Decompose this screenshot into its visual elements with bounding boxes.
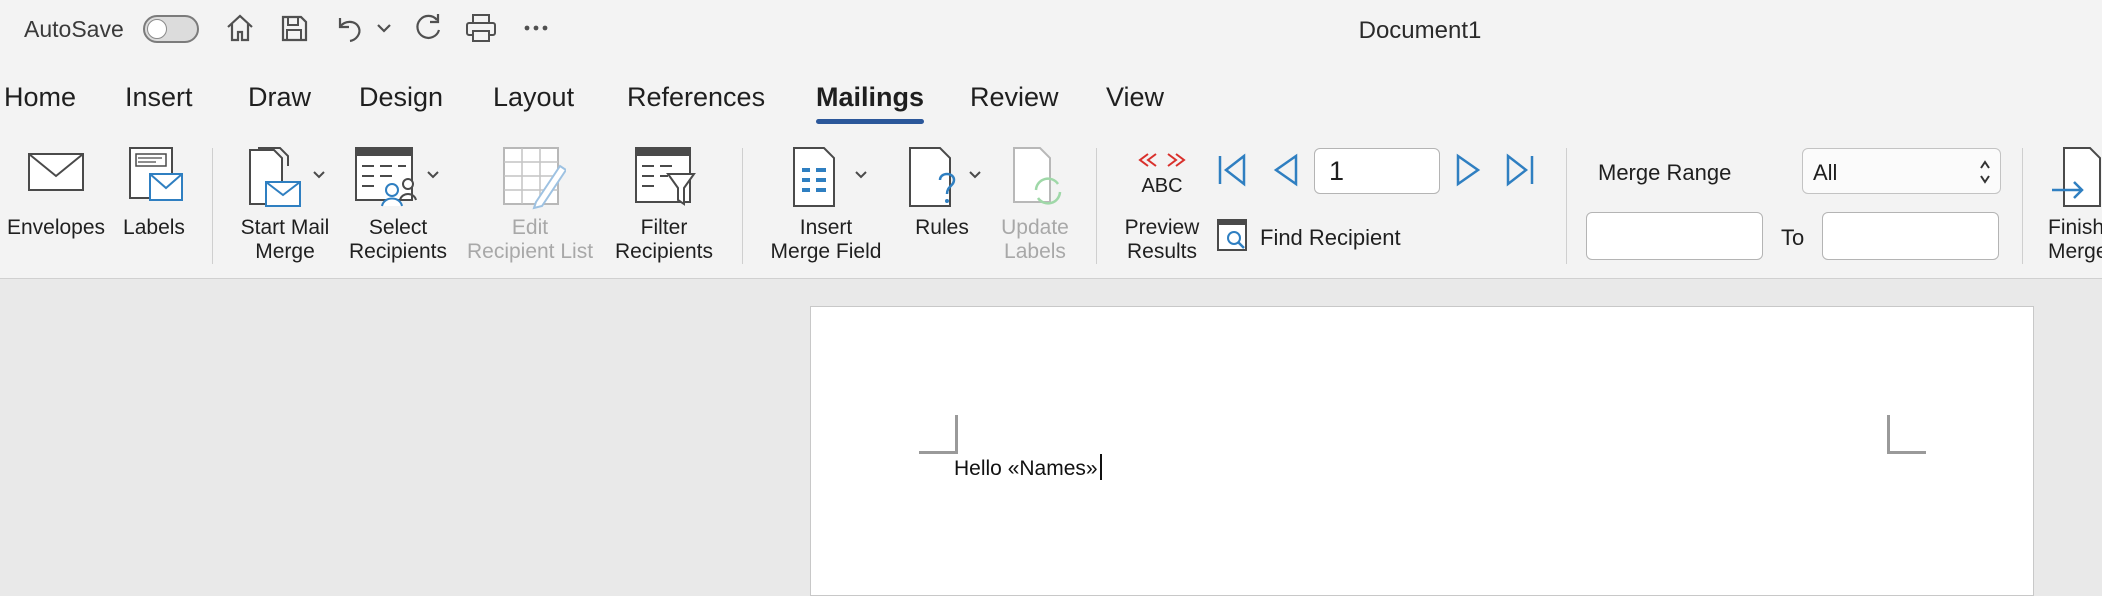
update-labels-button[interactable]: Update Labels [990,146,1080,266]
edit-recipient-list-label: Edit Recipient List [466,216,594,263]
toggle-knob [147,19,167,39]
labels-icon [129,147,183,201]
autosave-label: AutoSave [24,16,124,42]
ribbon-separator [1566,148,1567,264]
merge-range-label: Merge Range [1598,160,1732,185]
envelopes-button[interactable]: Envelopes [0,146,112,266]
title-bar: AutoSave Document1 [0,0,2102,58]
ribbon-mailings: Envelopes Labels Start Mail Merge Select R… [0,128,2102,280]
preview-results-button[interactable]: ABC Preview Results [1112,146,1212,266]
tab-mailings[interactable]: Mailings [816,82,924,113]
last-record-icon[interactable] [1500,150,1540,190]
autosave-toggle[interactable] [143,15,199,43]
active-tab-indicator [816,119,924,124]
filter-recipients-label: Filter Recipients [614,216,714,263]
chevron-down-icon[interactable] [372,10,396,46]
preview-abc-text: ABC [1141,175,1183,197]
home-icon[interactable] [222,10,258,46]
finish-merge-button[interactable]: Finish &Merge [2040,146,2102,266]
preview-results-label: Preview Results [1124,216,1200,263]
ribbon-separator [742,148,743,264]
edit-list-icon [503,147,566,210]
tab-design[interactable]: Design [359,82,443,113]
print-icon[interactable] [463,10,499,46]
insert-merge-field-label: Insert Merge Field [770,216,882,263]
margin-crop-mark-right [1887,415,1926,454]
merge-range-value: All [1813,160,1838,185]
save-icon[interactable] [276,10,312,46]
ribbon-tabs: Home Insert Draw Design Layout Reference… [0,58,2102,128]
tab-insert[interactable]: Insert [125,82,193,113]
tab-view[interactable]: View [1106,82,1164,113]
labels-button[interactable]: Labels [116,146,192,266]
envelopes-label: Envelopes [6,216,106,239]
first-record-icon[interactable] [1212,150,1252,190]
text-cursor [1099,454,1102,480]
start-mail-merge-button[interactable]: Start Mail Merge [230,146,340,266]
finish-merge-label: Finish &Merge [2048,216,2102,263]
next-record-icon[interactable] [1448,150,1488,190]
more-icon[interactable] [518,10,554,46]
to-label: To [1781,225,1805,250]
insert-merge-field-icon [793,147,867,207]
merge-range-select[interactable]: All [1802,148,2001,194]
envelope-icon [28,153,84,191]
filter-icon [635,147,696,206]
previous-record-icon[interactable] [1266,150,1306,190]
undo-icon[interactable] [330,10,366,46]
finish-merge-icon [2052,147,2101,207]
find-recipient-icon [1217,219,1247,251]
margin-crop-mark-left [919,415,958,454]
rules-button[interactable]: Rules [896,146,988,266]
start-mail-merge-label: Start Mail Merge [240,216,330,263]
document-body-text[interactable]: Hello «Names» [954,454,1102,481]
ribbon-separator [212,148,213,264]
ribbon-separator [1096,148,1097,264]
edit-recipient-list-button[interactable]: Edit Recipient List [460,146,600,266]
merge-range-from-input[interactable] [1586,212,1763,260]
select-recipients-button[interactable]: Select Recipients [342,146,454,266]
update-labels-label: Update Labels [1001,216,1069,263]
find-recipient-button[interactable]: Find Recipient [1214,218,1414,258]
merge-text: Hello «Names» [954,457,1098,480]
insert-merge-field-button[interactable]: Insert Merge Field [758,146,894,266]
tab-home[interactable]: Home [4,82,76,113]
document-page[interactable]: Hello «Names» [810,306,2034,596]
up-down-chevron-icon [1980,160,1990,184]
labels-label: Labels [123,216,185,239]
tab-layout[interactable]: Layout [493,82,574,113]
select-recipients-label: Select Recipients [348,216,448,263]
start-mail-merge-icon [249,147,325,207]
preview-arrows-icon [1138,153,1186,167]
redo-icon[interactable] [410,10,446,46]
record-number-input[interactable]: 1 [1314,148,1440,194]
merge-range-to-input[interactable] [1822,212,1999,260]
find-recipient-label: Find Recipient [1260,225,1401,250]
tab-draw[interactable]: Draw [248,82,311,113]
ribbon-separator [2022,148,2023,264]
tab-review[interactable]: Review [970,82,1059,113]
rules-icon [909,147,981,207]
tab-references[interactable]: References [627,82,765,113]
update-labels-icon [1013,147,1062,205]
select-recipients-icon [355,147,439,207]
filter-recipients-button[interactable]: Filter Recipients [606,146,722,266]
document-title: Document1 [1358,17,1482,44]
rules-label: Rules [915,216,969,239]
